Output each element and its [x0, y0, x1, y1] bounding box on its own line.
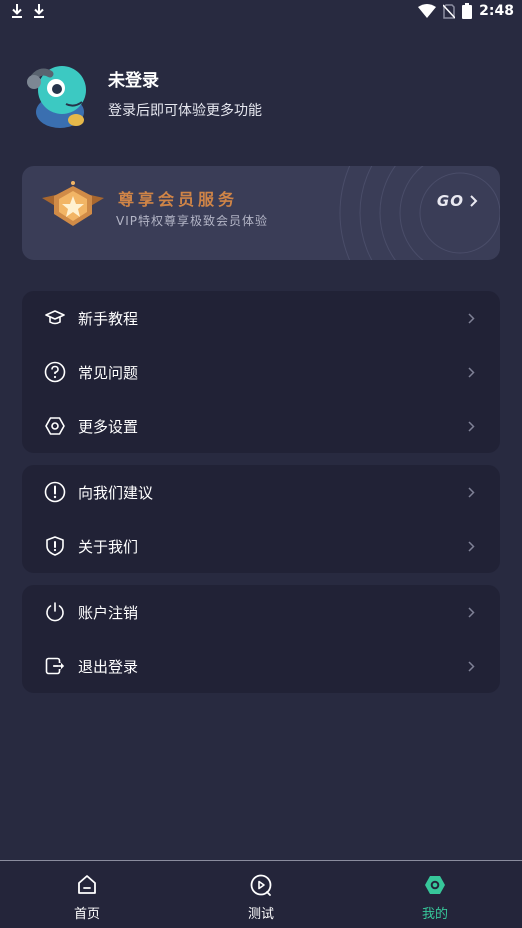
login-status[interactable]: 未登录 [108, 66, 159, 91]
test-play-icon [250, 874, 272, 896]
menu-item-label: 关于我们 [78, 537, 139, 556]
shield-icon [44, 535, 66, 557]
bottom-navigation: 首页 测试 我的 [0, 860, 522, 928]
menu-item-faq[interactable]: 常见问题 [22, 345, 500, 399]
chevron-right-icon [466, 485, 476, 499]
logout-icon [44, 655, 66, 677]
menu-item-label: 更多设置 [78, 417, 139, 436]
no-sim-icon [443, 3, 456, 19]
profile-header[interactable]: 未登录 登录后即可体验更多功能 [26, 60, 496, 132]
chevron-right-icon [466, 365, 476, 379]
chameleon-mascot-icon [27, 66, 86, 128]
vip-subtitle: VIP特权尊享极致会员体验 [116, 214, 268, 228]
question-circle-icon [44, 361, 66, 383]
menu-group-help: 新手教程 常见问题 更多设置 [22, 291, 500, 453]
menu-item-delete-account[interactable]: 账户注销 [22, 585, 500, 639]
vip-title: 尊享会员服务 [118, 190, 239, 209]
tab-home-label: 首页 [73, 907, 100, 922]
power-icon [44, 601, 66, 623]
login-hint: 登录后即可体验更多功能 [108, 103, 262, 119]
status-bar: 2:48 [0, 0, 522, 24]
vip-go-label: GO [436, 192, 464, 210]
settings-hexagon-icon [44, 415, 66, 437]
vip-go-button[interactable]: GO [437, 192, 478, 210]
menu-item-label: 向我们建议 [78, 483, 154, 502]
chevron-right-icon [470, 195, 478, 207]
home-icon [78, 875, 96, 894]
exclamation-circle-icon [44, 481, 66, 503]
menu-item-about[interactable]: 关于我们 [22, 519, 500, 573]
graduation-cap-icon [44, 307, 66, 329]
menu-group-feedback: 向我们建议 关于我们 [22, 465, 500, 573]
chevron-right-icon [466, 419, 476, 433]
tab-test-label: 测试 [247, 907, 274, 922]
vip-medal-icon [42, 181, 104, 226]
menu-item-logout[interactable]: 退出登录 [22, 639, 500, 693]
chevron-right-icon [466, 311, 476, 325]
chevron-right-icon [466, 539, 476, 553]
profile-page: 2:48 未登录 登录后即可体验更多功能 尊享会员服务 VIP特权尊享极致会员体… [0, 0, 522, 928]
banner-decoration [339, 166, 500, 260]
menu-item-label: 账户注销 [78, 603, 139, 622]
menu-group-account: 账户注销 退出登录 [22, 585, 500, 693]
menu-item-suggestion[interactable]: 向我们建议 [22, 465, 500, 519]
chevron-right-icon [466, 605, 476, 619]
download-icon [34, 4, 44, 18]
profile-hexagon-icon [425, 876, 445, 894]
chevron-right-icon [466, 659, 476, 673]
tab-test[interactable]: 测试 [221, 873, 301, 922]
tab-mine-label: 我的 [421, 907, 448, 922]
menu-item-label: 退出登录 [78, 657, 139, 676]
menu-item-label: 常见问题 [78, 363, 139, 382]
menu-item-label: 新手教程 [78, 309, 139, 328]
vip-banner[interactable]: 尊享会员服务 VIP特权尊享极致会员体验 GO [22, 166, 500, 260]
menu-item-settings[interactable]: 更多设置 [22, 399, 500, 453]
wifi-icon [418, 4, 437, 18]
download-icon [12, 4, 22, 18]
tab-mine[interactable]: 我的 [395, 873, 475, 922]
menu-item-tutorial[interactable]: 新手教程 [22, 291, 500, 345]
battery-icon [462, 3, 473, 19]
tab-home[interactable]: 首页 [47, 873, 127, 922]
status-time: 2:48 [479, 3, 514, 19]
